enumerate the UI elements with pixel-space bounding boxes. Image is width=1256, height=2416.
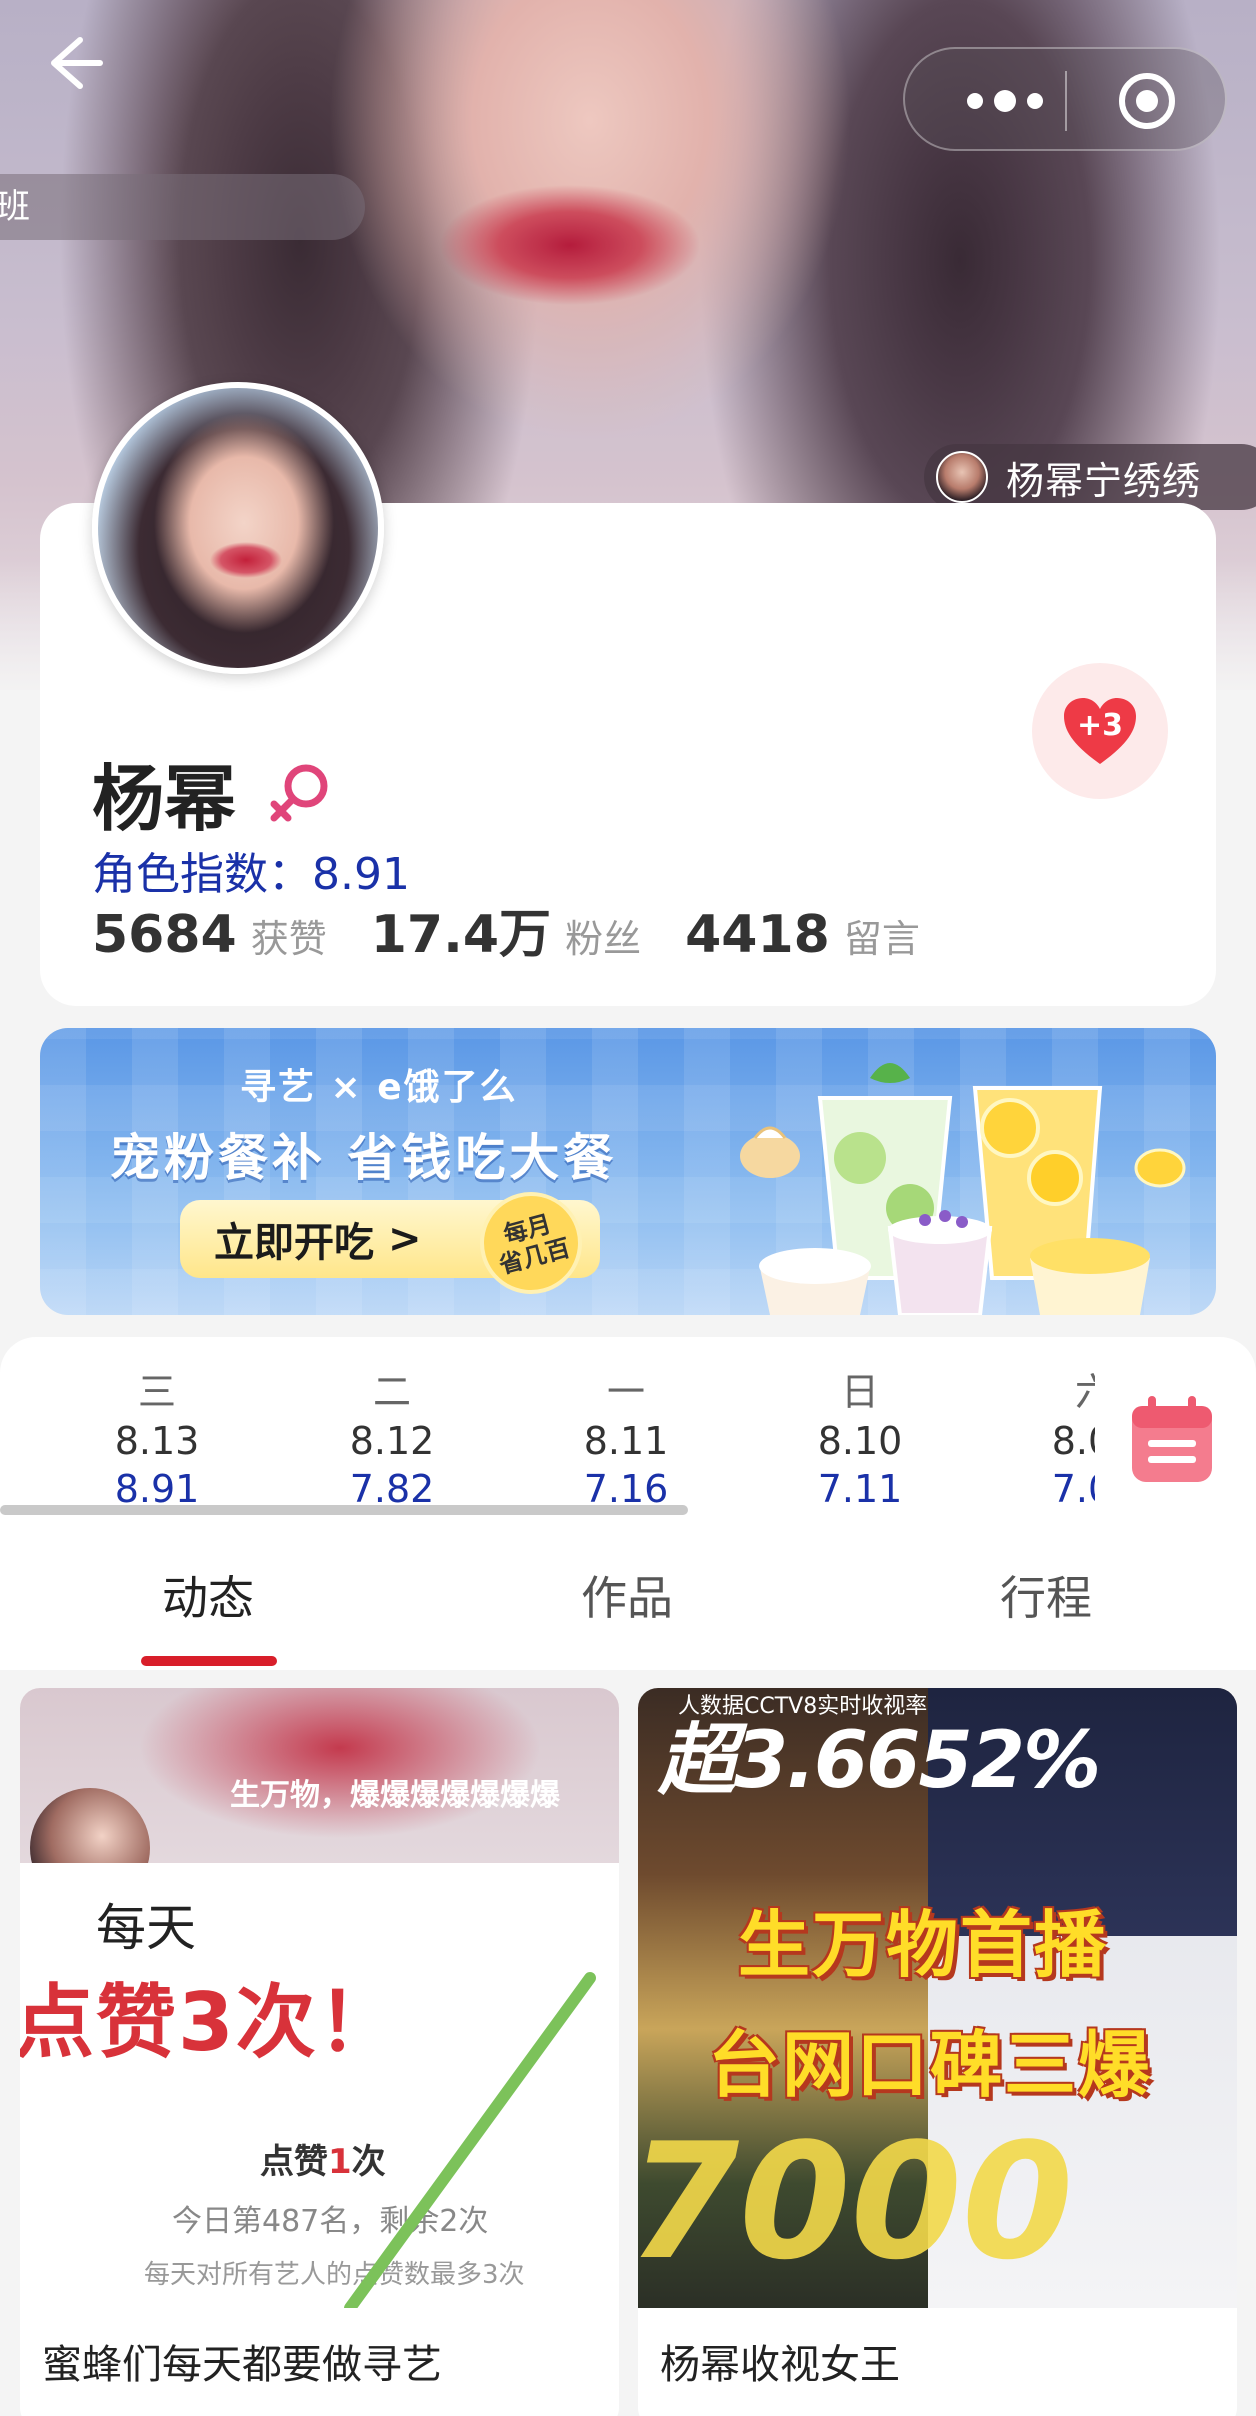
drinks-illustration	[740, 1063, 1186, 1315]
feed-card-title: 蜜蜂们每天都要做寻艺	[42, 2342, 442, 2388]
stat-fans[interactable]: 17.4万 粉丝	[371, 892, 641, 967]
green-stroke	[344, 1972, 596, 2308]
date-score: 7.00	[1051, 1467, 1095, 1511]
banner-headline: 宠粉餐补 省钱吃大餐	[110, 1129, 618, 1187]
feed-card-image: 生万物，爆爆爆爆爆爆爆 每天 点赞3次！ 点赞1次 今日第487名，剩余2次 每…	[20, 1688, 619, 2308]
tab-bar: 动态 作品 行程	[0, 1522, 1256, 1670]
search-pill[interactable]: 班	[0, 174, 365, 240]
more-options-icon[interactable]	[955, 81, 1055, 121]
date-date: 8.09	[1051, 1419, 1095, 1463]
like-button[interactable]: +3	[1032, 663, 1168, 799]
stat-likes-num: 5684	[92, 905, 237, 965]
date-weekday: 六	[1074, 1370, 1095, 1414]
stat-likes-label: 获赞	[250, 917, 327, 961]
date-date: 8.11	[583, 1419, 669, 1463]
tab-works[interactable]: 作品	[581, 1562, 673, 1628]
tab-feed[interactable]: 动态	[162, 1562, 254, 1628]
banner-brand: 寻艺 × e饿了么	[240, 1067, 518, 1108]
feed-card-title: 杨幂收视女王	[660, 2342, 900, 2388]
avatar[interactable]	[92, 382, 384, 674]
horizontal-scrollbar[interactable]	[0, 1505, 688, 1515]
date-item[interactable]: 二 8.12 7.82	[312, 1369, 472, 1513]
date-date: 8.12	[349, 1419, 435, 1463]
heart-icon: +3	[1062, 696, 1138, 766]
stat-comments-label: 留言	[843, 917, 920, 961]
date-item[interactable]: 一 8.11 7.16	[546, 1369, 706, 1513]
feed-card-image: 人数据CCTV8实时收视率 超3.6652% 7000 生万物首播 台网口碑三爆	[638, 1688, 1237, 2308]
stat-fans-label: 粉丝	[565, 917, 642, 961]
mini-program-capsule	[903, 47, 1227, 151]
back-arrow-icon[interactable]	[38, 28, 108, 98]
date-date: 8.10	[817, 1419, 903, 1463]
celebrity-name: 杨幂	[92, 757, 237, 841]
feed-card[interactable]: 生万物，爆爆爆爆爆爆爆 每天 点赞3次！ 点赞1次 今日第487名，剩余2次 每…	[20, 1688, 619, 2416]
active-tab-indicator	[141, 1656, 277, 1666]
date-weekday: 二	[372, 1370, 411, 1414]
image-headline-1: 生万物首播	[738, 1903, 1109, 1987]
female-gender-icon	[266, 760, 332, 826]
like-count: +3	[1076, 708, 1123, 743]
capsule-divider	[1065, 71, 1067, 131]
date-score: 7.11	[817, 1467, 903, 1511]
stat-fans-num: 17.4万	[370, 905, 552, 965]
page: 班 杨幂宁绣绣 +3 杨幂 角色指数：8.91 5684 获赞 17.4万 粉丝…	[0, 0, 1256, 2416]
fan-club-avatar	[936, 451, 988, 503]
fan-club-name: 杨幂宁绣绣	[1006, 458, 1202, 503]
date-item[interactable]: 日 8.10 7.11	[780, 1369, 940, 1513]
date-item[interactable]: 三 8.13 8.91	[77, 1369, 237, 1513]
stats-row: 5684 获赞 17.4万 粉丝 4418 留言	[92, 892, 964, 967]
promo-banner[interactable]: 寻艺 × e饿了么 宠粉餐补 省钱吃大餐 立即开吃 > 每月 省几百	[40, 1028, 1216, 1315]
date-weekday: 一	[606, 1370, 645, 1414]
date-weekday: 三	[137, 1370, 176, 1414]
image-big-number: 7000	[638, 2108, 1074, 2295]
name-row: 杨幂	[92, 740, 332, 845]
close-target-icon[interactable]	[1117, 71, 1177, 131]
tab-schedule[interactable]: 行程	[1000, 1562, 1092, 1628]
stat-likes[interactable]: 5684 获赞	[92, 905, 327, 965]
date-weekday: 日	[840, 1370, 879, 1414]
index-history-strip: 三 8.13 8.91 二 8.12 7.82 一 8.11 7.16 日 8.…	[0, 1337, 1256, 1522]
chevron-right-icon: >	[388, 1216, 422, 1262]
date-scroll-area[interactable]: 三 8.13 8.91 二 8.12 7.82 一 8.11 7.16 日 8.…	[0, 1337, 1095, 1522]
stat-comments[interactable]: 4418 留言	[685, 905, 920, 965]
banner-cta-label: 立即开吃	[214, 1220, 374, 1266]
date-date: 8.13	[114, 1419, 200, 1463]
calendar-icon[interactable]	[1128, 1394, 1216, 1486]
fan-club-tag[interactable]: 杨幂宁绣绣	[924, 444, 1256, 510]
feed-card[interactable]: 人数据CCTV8实时收视率 超3.6652% 7000 生万物首播 台网口碑三爆…	[638, 1688, 1237, 2416]
stat-comments-num: 4418	[685, 905, 830, 965]
image-percent: 超3.6652%	[658, 1716, 1101, 1806]
image-headline-2: 台网口碑三爆	[708, 2023, 1153, 2107]
date-item[interactable]: 六 8.09 7.00	[1014, 1369, 1095, 1513]
